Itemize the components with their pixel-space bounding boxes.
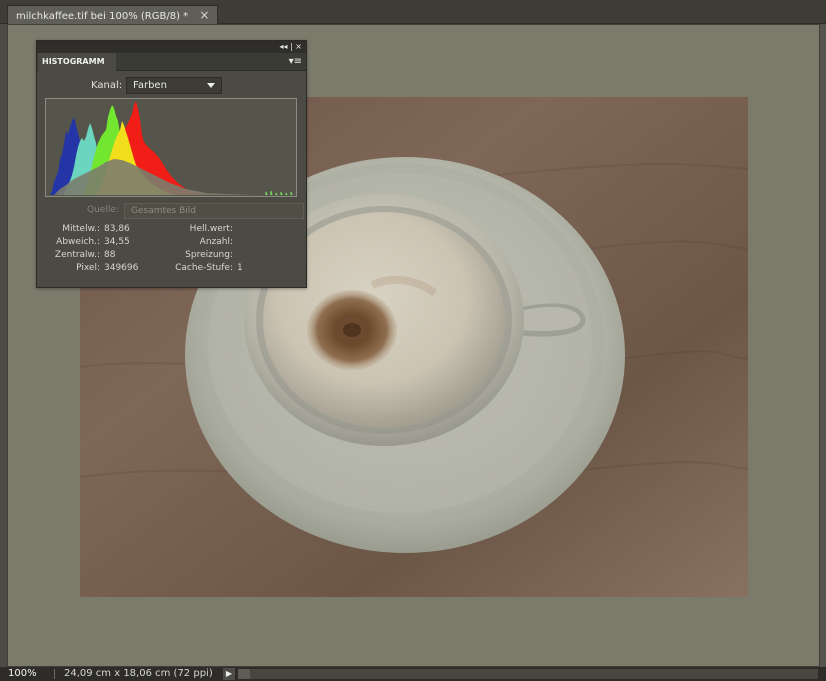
- source-label: Quelle:: [87, 205, 119, 215]
- stat-row-4: Pixel: 349696 Cache-Stufe: 1: [37, 262, 306, 275]
- panel-tab-row: HISTOGRAMM ▾≡: [37, 53, 306, 71]
- panel-window-controls[interactable]: ◂◂ | ×: [279, 41, 302, 53]
- histogram-chart: [45, 98, 297, 197]
- stat-label: Mittelw.:: [62, 224, 100, 234]
- chevron-down-icon: [207, 83, 215, 88]
- stat-row-2: Abweich.: 34,55 Anzahl:: [37, 236, 306, 249]
- document-tab[interactable]: milchkaffee.tif bei 100% (RGB/8) * ×: [7, 5, 219, 25]
- close-tab-icon[interactable]: ×: [199, 6, 209, 25]
- tab-histogramm[interactable]: HISTOGRAMM: [38, 53, 116, 71]
- scrollbar-thumb[interactable]: [238, 669, 250, 679]
- vertical-scrollbar[interactable]: [820, 24, 826, 667]
- stat-label: Cache-Stufe:: [175, 263, 233, 273]
- stat-label: Spreizung:: [185, 250, 233, 260]
- kanal-label: Kanal:: [91, 80, 123, 91]
- document-title: milchkaffee.tif bei 100% (RGB/8) *: [16, 11, 189, 22]
- stat-row-3: Zentralw.: 88 Spreizung:: [37, 249, 306, 262]
- stat-label: Abweich.:: [56, 237, 100, 247]
- stat-label: Anzahl:: [199, 237, 233, 247]
- stat-row-1: Mittelw.: 83,86 Hell.wert:: [37, 223, 306, 236]
- panel-titlebar[interactable]: ◂◂ | ×: [37, 41, 306, 53]
- stat-value: 34,55: [104, 237, 130, 247]
- status-arrow-button[interactable]: ▶: [223, 668, 235, 680]
- document-tab-bar: milchkaffee.tif bei 100% (RGB/8) * ×: [0, 0, 826, 24]
- kanal-dropdown[interactable]: Farben: [126, 77, 222, 94]
- horizontal-scrollbar[interactable]: [238, 669, 818, 679]
- histogram-graphic: [46, 99, 296, 196]
- zoom-level[interactable]: 100%: [8, 667, 50, 681]
- document-info: 24,09 cm x 18,06 cm (72 ppi): [64, 668, 213, 679]
- source-row: Quelle: Gesamtes Bild: [37, 203, 306, 219]
- stat-value: 1: [237, 263, 243, 273]
- stat-label: Zentralw.:: [54, 250, 100, 260]
- kanal-row: Kanal: Farben: [37, 77, 306, 95]
- panel-menu-icon[interactable]: ▾≡: [289, 56, 302, 67]
- status-bar: 100% 24,09 cm x 18,06 cm (72 ppi) ▶: [0, 667, 826, 681]
- stat-label: Hell.wert:: [189, 224, 233, 234]
- stat-value: 88: [104, 250, 116, 260]
- stat-label: Pixel:: [76, 263, 100, 273]
- stat-value: 349696: [104, 263, 139, 273]
- status-separator: [54, 669, 55, 679]
- source-dropdown[interactable]: Gesamtes Bild: [124, 203, 304, 219]
- stat-value: 83,86: [104, 224, 130, 234]
- histogram-panel: ◂◂ | × HISTOGRAMM ▾≡ Kanal: Farben Quell…: [36, 40, 307, 288]
- kanal-value: Farben: [133, 80, 167, 91]
